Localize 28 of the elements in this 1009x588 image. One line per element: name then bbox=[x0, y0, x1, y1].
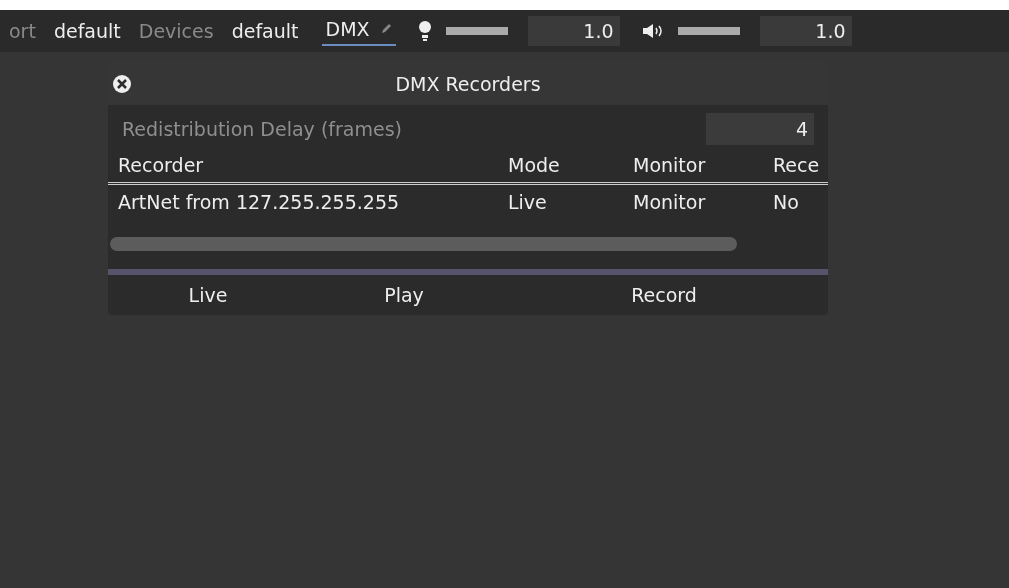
number-field[interactable]: 1.0 bbox=[527, 16, 620, 46]
table-cell-text: Live bbox=[508, 191, 548, 213]
speaker-icon bbox=[641, 23, 664, 39]
column-header: Mode bbox=[508, 154, 561, 176]
mode-button[interactable]: Play bbox=[308, 275, 500, 315]
table-cell-text: No bbox=[773, 191, 800, 213]
pencil-icon bbox=[379, 23, 392, 35]
number-field[interactable]: 1.0 bbox=[759, 16, 852, 46]
level-slider[interactable] bbox=[677, 27, 740, 35]
delay-field[interactable]: 4 bbox=[706, 113, 814, 145]
bar-value: default bbox=[52, 20, 122, 42]
dialog-title: DMX Recorders bbox=[395, 72, 541, 95]
table-cell-text: ArtNet from 127.255.255.255 bbox=[118, 191, 401, 213]
bar-label: ort bbox=[8, 20, 37, 42]
mode-button[interactable]: Record bbox=[500, 275, 828, 315]
close-icon[interactable] bbox=[112, 74, 132, 94]
column-header: Recorder bbox=[118, 154, 205, 176]
lightbulb-icon bbox=[417, 20, 432, 42]
delay-label: Redistribution Delay (frames) bbox=[122, 118, 402, 140]
column-header: Monitor bbox=[633, 154, 707, 176]
bar-label: Devices bbox=[137, 20, 215, 42]
table-cell-text: Monitor bbox=[633, 191, 707, 213]
scrollbar[interactable] bbox=[110, 237, 737, 251]
level-slider[interactable] bbox=[445, 27, 508, 35]
bar-value: default bbox=[230, 20, 300, 42]
mode-button[interactable]: Live bbox=[108, 275, 308, 315]
column-header: Rece bbox=[773, 154, 821, 176]
dmx-tab[interactable]: DMX bbox=[321, 16, 396, 46]
